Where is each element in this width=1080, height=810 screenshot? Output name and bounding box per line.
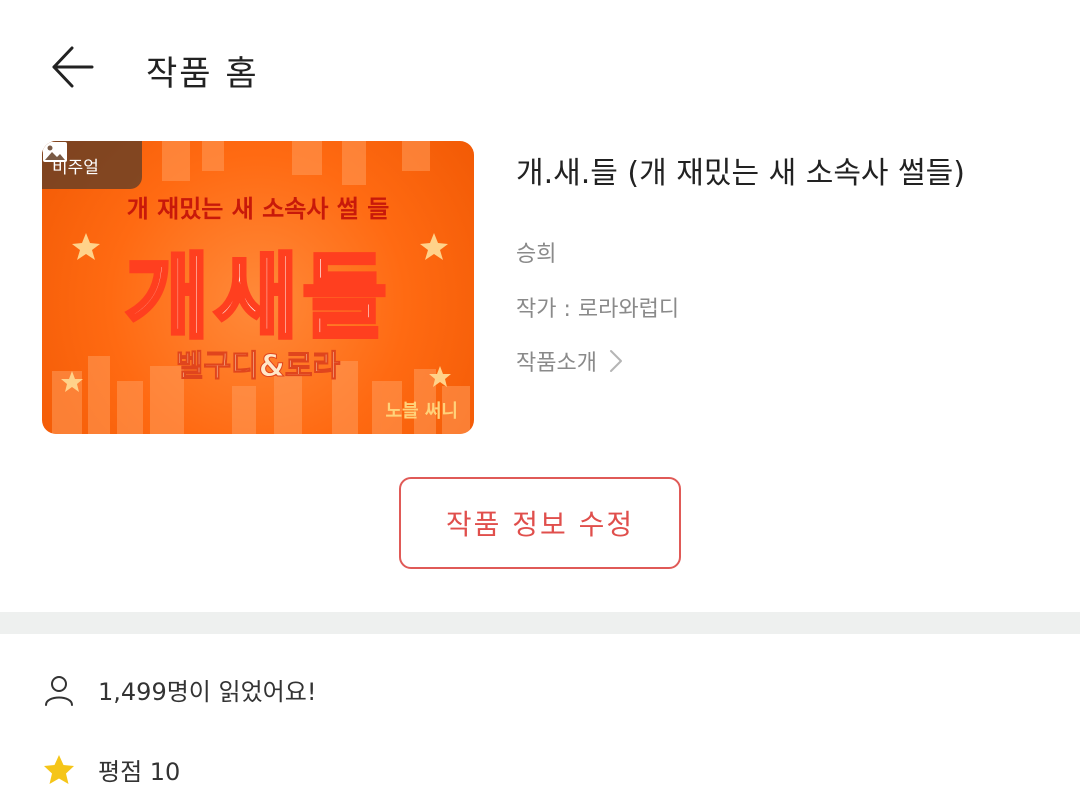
cover-corner-text: 노블 써니 (385, 401, 458, 422)
header: 작품 홈 (0, 0, 1080, 130)
rating-stat: 평점 10 (42, 752, 180, 787)
cover-image[interactable]: 비주얼 개 재밌는 새 소속사 썰 들 개새들 벨구디&로라 노블 써니 (42, 141, 474, 434)
readers-stat: 1,499명이 읽었어요! (42, 672, 316, 707)
page-title: 작품 홈 (146, 54, 259, 94)
intro-link[interactable]: 작품소개 (516, 345, 623, 377)
visual-badge: 비주얼 (42, 141, 142, 189)
section-divider (0, 612, 1080, 634)
edit-work-info-button[interactable]: 작품 정보 수정 (399, 477, 681, 569)
person-icon (45, 675, 73, 706)
genre-label: 승희 (516, 242, 557, 267)
star-icon (44, 754, 74, 784)
back-button[interactable] (46, 40, 100, 94)
author-label: 작가 : 로라와럽디 (516, 297, 680, 322)
work-title: 개.새.들 (개 재밌는 새 소속사 썰들) (516, 156, 965, 191)
cover-author: 벨구디&로라 (175, 349, 341, 385)
cover-subtitle: 개 재밌는 새 소속사 썰 들 (126, 195, 390, 223)
chevron-right-icon (609, 350, 622, 372)
readers-text: 1,499명이 읽었어요! (98, 678, 317, 706)
rating-text: 평점 10 (98, 758, 181, 786)
image-icon (43, 142, 67, 162)
arrow-left-icon (52, 46, 94, 88)
intro-label: 작품소개 (516, 351, 597, 376)
cover-main-title: 개새들 (123, 242, 391, 353)
